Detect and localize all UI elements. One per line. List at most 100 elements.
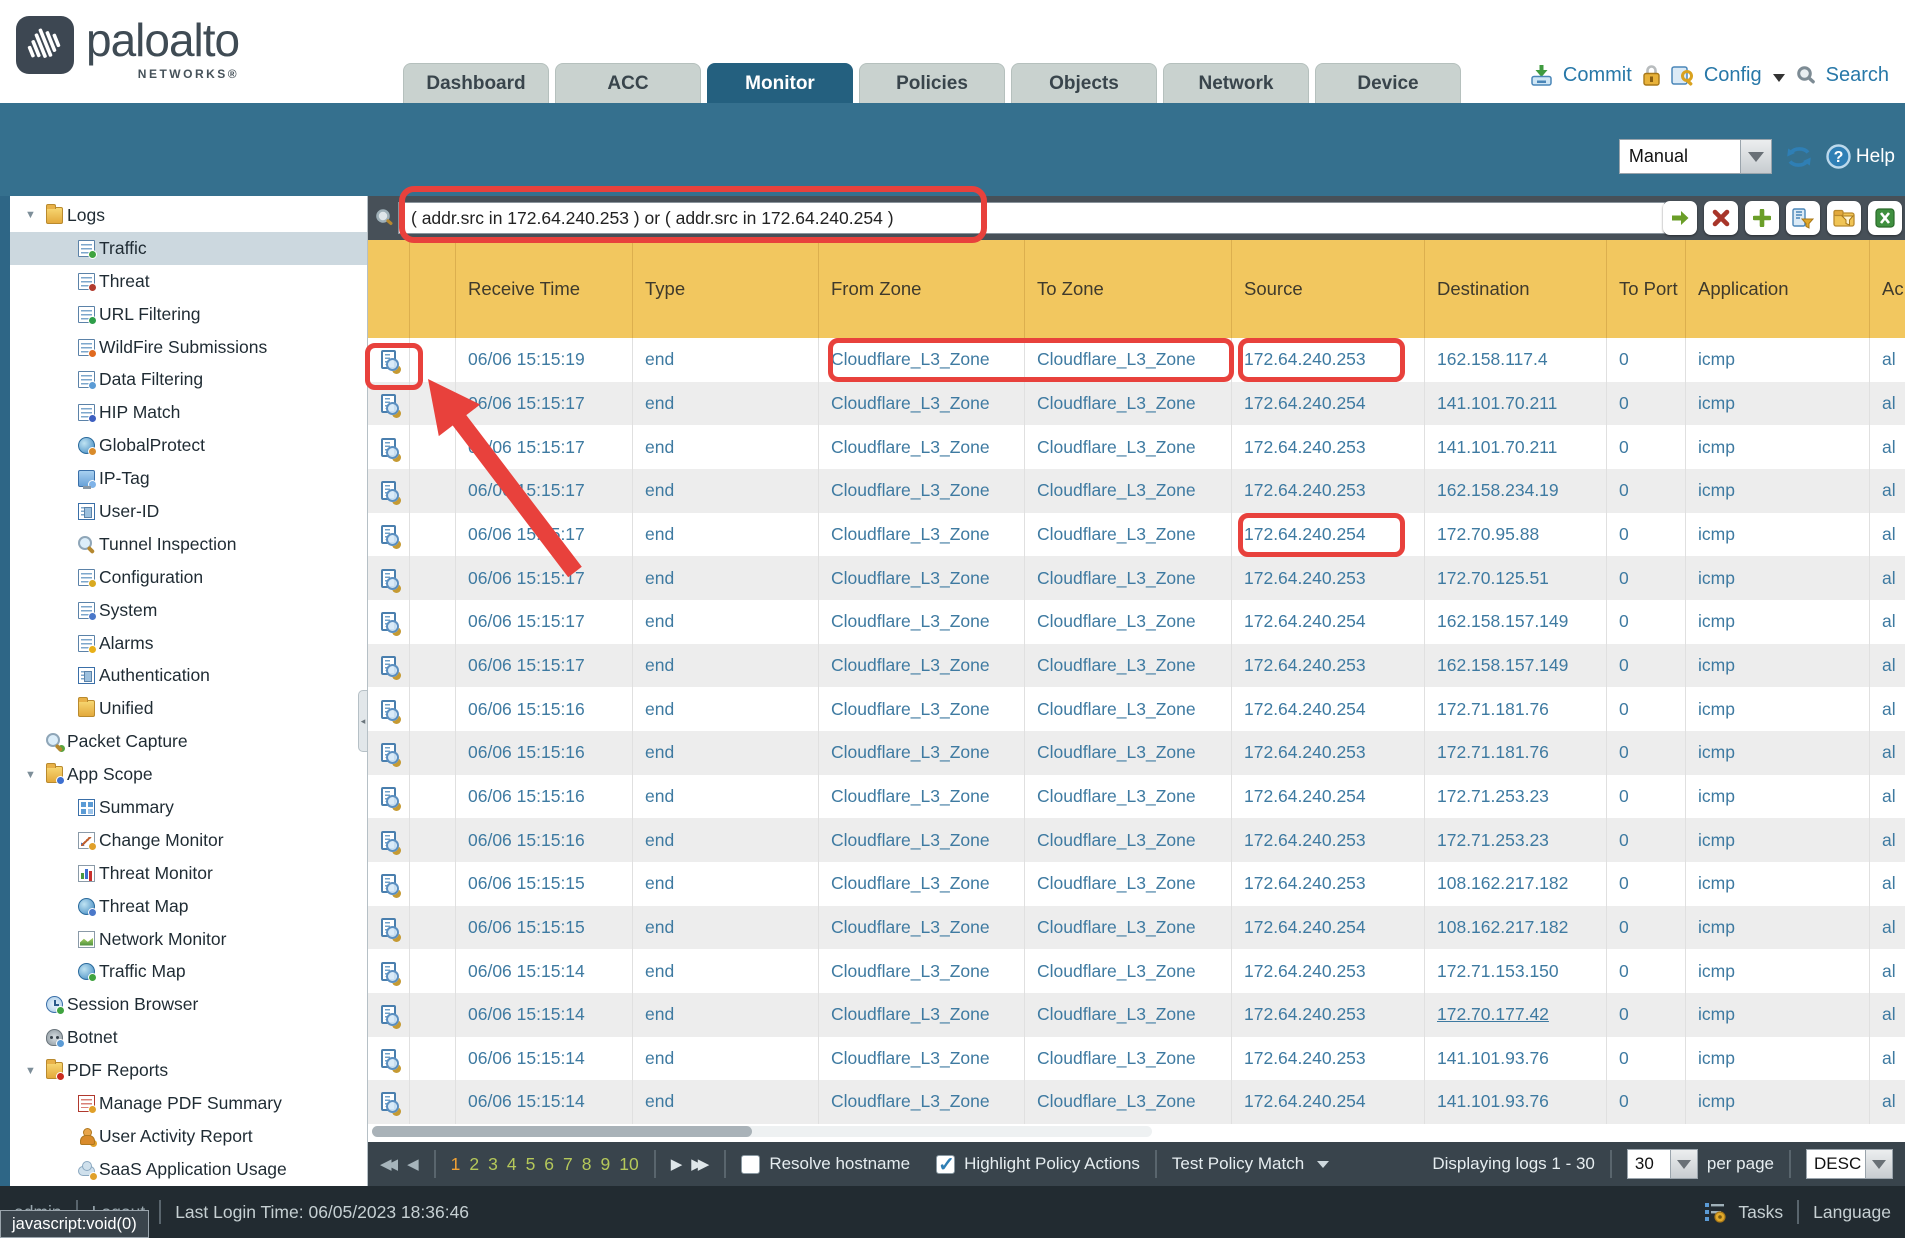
log-detail-icon[interactable]: [381, 918, 396, 937]
log-detail-icon[interactable]: [381, 350, 396, 369]
column-header-from-zone[interactable]: From Zone: [819, 240, 1025, 338]
filter-builder-button[interactable]: [1786, 201, 1820, 235]
log-detail-icon[interactable]: [381, 569, 396, 588]
log-detail-icon[interactable]: [381, 831, 396, 850]
sidebar-item-wildfire-submissions[interactable]: WildFire Submissions: [10, 331, 367, 364]
log-detail-icon[interactable]: [381, 612, 396, 631]
sidebar-item-session-browser[interactable]: Session Browser: [10, 988, 367, 1021]
page-number-6[interactable]: 6: [544, 1154, 554, 1175]
chevron-down-icon[interactable]: [1317, 1161, 1329, 1168]
tab-network[interactable]: Network: [1163, 63, 1309, 103]
horizontal-scrollbar[interactable]: [372, 1126, 1152, 1137]
resolve-hostname-checkbox[interactable]: [741, 1155, 760, 1174]
tab-dashboard[interactable]: Dashboard: [403, 63, 549, 103]
log-detail-icon[interactable]: [381, 743, 396, 762]
tab-monitor[interactable]: Monitor: [707, 63, 853, 103]
sidebar-item-url-filtering[interactable]: URL Filtering: [10, 298, 367, 331]
filter-query-input[interactable]: [398, 202, 1665, 234]
config-caret-icon[interactable]: [1773, 74, 1785, 82]
page-number-7[interactable]: 7: [563, 1154, 573, 1175]
sidebar-item-pdf-reports[interactable]: ▼PDF Reports: [10, 1054, 367, 1087]
log-detail-icon[interactable]: [381, 438, 396, 457]
search-icon[interactable]: [1796, 65, 1817, 86]
sidebar-item-configuration[interactable]: Configuration: [10, 561, 367, 594]
add-filter-button[interactable]: [1745, 201, 1779, 235]
sidebar-item-user-id[interactable]: User-ID: [10, 495, 367, 528]
sidebar-item-globalprotect[interactable]: GlobalProtect: [10, 429, 367, 462]
sidebar-item-unified[interactable]: Unified: [10, 692, 367, 725]
saved-filters-folder-button[interactable]: [1827, 201, 1861, 235]
tab-acc[interactable]: ACC: [555, 63, 701, 103]
column-header-blank[interactable]: [410, 240, 456, 338]
sidebar-item-packet-capture[interactable]: Packet Capture: [10, 725, 367, 758]
log-detail-icon[interactable]: [381, 525, 396, 544]
column-header-type[interactable]: Type: [633, 240, 819, 338]
sidebar-item-traffic-map[interactable]: Traffic Map: [10, 955, 367, 988]
sidebar-item-data-filtering[interactable]: Data Filtering: [10, 363, 367, 396]
sidebar-item-traffic[interactable]: Traffic: [10, 232, 367, 265]
sidebar-item-botnet[interactable]: Botnet: [10, 1021, 367, 1054]
sidebar-item-hip-match[interactable]: HIP Match: [10, 396, 367, 429]
sidebar-item-authentication[interactable]: Authentication: [10, 659, 367, 692]
tree-expander-icon[interactable]: ▼: [22, 1065, 46, 1077]
tasks-icon[interactable]: [1704, 1201, 1728, 1223]
column-header-destination[interactable]: Destination: [1425, 240, 1607, 338]
refresh-icon[interactable]: [1785, 144, 1813, 170]
last-page-button[interactable]: ▶▶: [691, 1155, 709, 1173]
tree-expander-icon[interactable]: ▼: [22, 769, 46, 781]
language-button[interactable]: Language: [1813, 1202, 1891, 1223]
lock-icon[interactable]: [1641, 64, 1662, 87]
log-detail-icon[interactable]: [381, 394, 396, 413]
sidebar-item-ip-tag[interactable]: IP-Tag: [10, 462, 367, 495]
tasks-button[interactable]: Tasks: [1738, 1202, 1783, 1223]
tree-expander-icon[interactable]: ▼: [22, 209, 46, 221]
refresh-interval-dropdown-button[interactable]: [1740, 140, 1771, 173]
horizontal-scrollbar-thumb[interactable]: [372, 1126, 752, 1137]
sidebar-item-saas-application-usage[interactable]: SaaS Application Usage: [10, 1153, 367, 1186]
apply-filter-button[interactable]: [1663, 201, 1697, 235]
log-detail-icon[interactable]: [381, 1092, 396, 1111]
next-page-button[interactable]: ▶: [671, 1155, 683, 1173]
log-detail-icon[interactable]: [381, 700, 396, 719]
per-page-select[interactable]: 30: [1627, 1149, 1698, 1179]
sidebar-item-summary[interactable]: Summary: [10, 791, 367, 824]
sidebar-item-system[interactable]: System: [10, 594, 367, 627]
sidebar-item-logs[interactable]: ▼Logs: [10, 199, 367, 232]
help-label[interactable]: Help: [1856, 146, 1895, 168]
search-button[interactable]: Search: [1826, 64, 1889, 87]
config-icon[interactable]: [1671, 64, 1695, 87]
log-detail-icon[interactable]: [381, 962, 396, 981]
page-number-10[interactable]: 10: [619, 1154, 638, 1175]
help-icon[interactable]: ?: [1826, 144, 1851, 169]
column-header-blank[interactable]: [368, 240, 410, 338]
commit-button[interactable]: Commit: [1563, 64, 1632, 87]
sidebar-item-user-activity-report[interactable]: User Activity Report: [10, 1120, 367, 1153]
sidebar-collapse-handle[interactable]: ◂: [358, 690, 368, 752]
log-detail-icon[interactable]: [381, 656, 396, 675]
log-detail-icon[interactable]: [381, 481, 396, 500]
export-csv-button[interactable]: [1868, 201, 1902, 235]
log-detail-icon[interactable]: [381, 874, 396, 893]
previous-page-button[interactable]: ◀: [407, 1155, 419, 1173]
tab-device[interactable]: Device: [1315, 63, 1461, 103]
refresh-interval-select[interactable]: Manual: [1619, 139, 1772, 174]
sidebar-item-threat-map[interactable]: Threat Map: [10, 890, 367, 923]
column-header-to-zone[interactable]: To Zone: [1025, 240, 1232, 338]
first-page-button[interactable]: ◀◀: [380, 1155, 398, 1173]
page-number-5[interactable]: 5: [526, 1154, 536, 1175]
column-header-ac[interactable]: Ac: [1870, 240, 1905, 338]
config-button[interactable]: Config: [1704, 64, 1762, 87]
sidebar-item-change-monitor[interactable]: Change Monitor: [10, 824, 367, 857]
log-detail-icon[interactable]: [381, 1049, 396, 1068]
column-header-source[interactable]: Source: [1232, 240, 1425, 338]
test-policy-match-button[interactable]: Test Policy Match: [1172, 1154, 1304, 1174]
sidebar-item-threat[interactable]: Threat: [10, 265, 367, 298]
column-header-application[interactable]: Application: [1686, 240, 1870, 338]
column-header-to-port[interactable]: To Port: [1607, 240, 1686, 338]
sort-order-dropdown-button[interactable]: [1865, 1150, 1892, 1178]
page-number-2[interactable]: 2: [469, 1154, 479, 1175]
sidebar-item-app-scope[interactable]: ▼App Scope: [10, 758, 367, 791]
tab-objects[interactable]: Objects: [1011, 63, 1157, 103]
sidebar-item-manage-pdf-summary[interactable]: Manage PDF Summary: [10, 1087, 367, 1120]
sidebar-item-network-monitor[interactable]: Network Monitor: [10, 923, 367, 956]
